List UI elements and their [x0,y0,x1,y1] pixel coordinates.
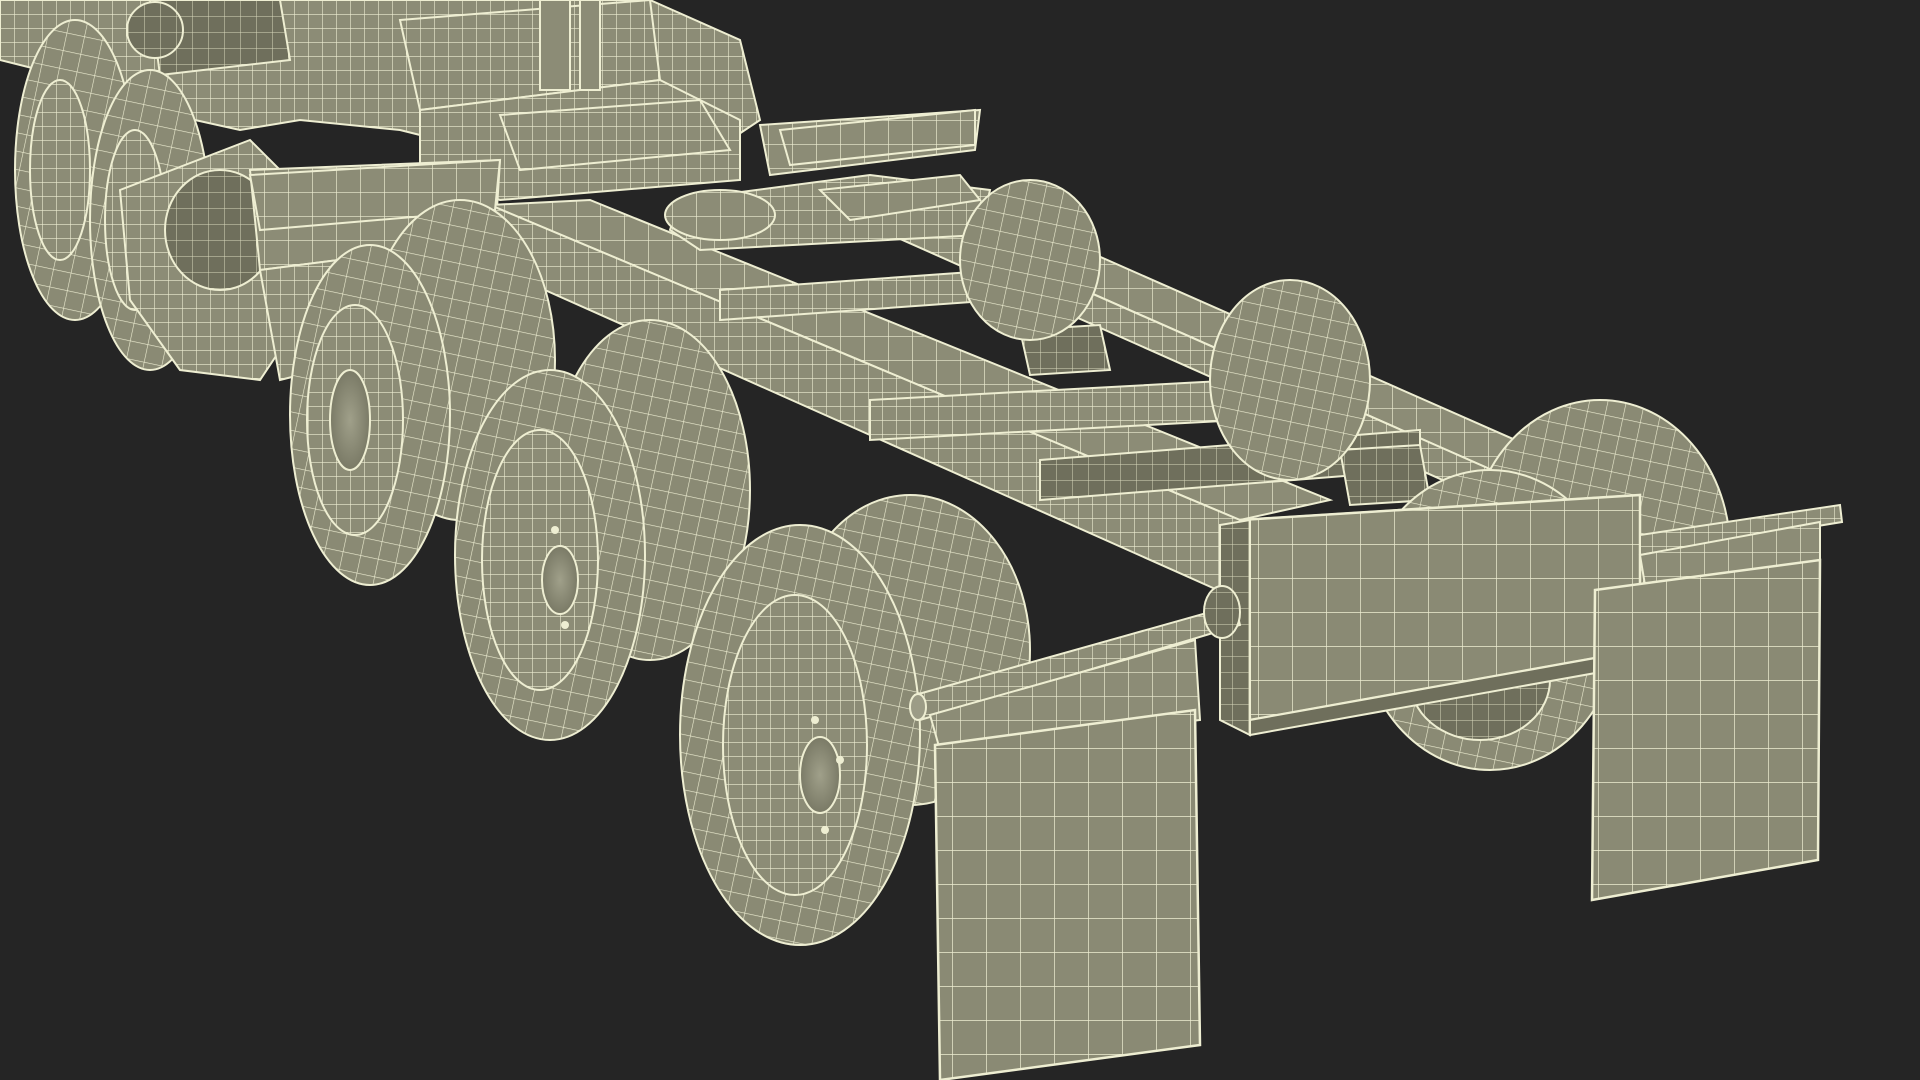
wireframe-render [0,0,1844,1080]
render-viewport [0,0,1920,1080]
